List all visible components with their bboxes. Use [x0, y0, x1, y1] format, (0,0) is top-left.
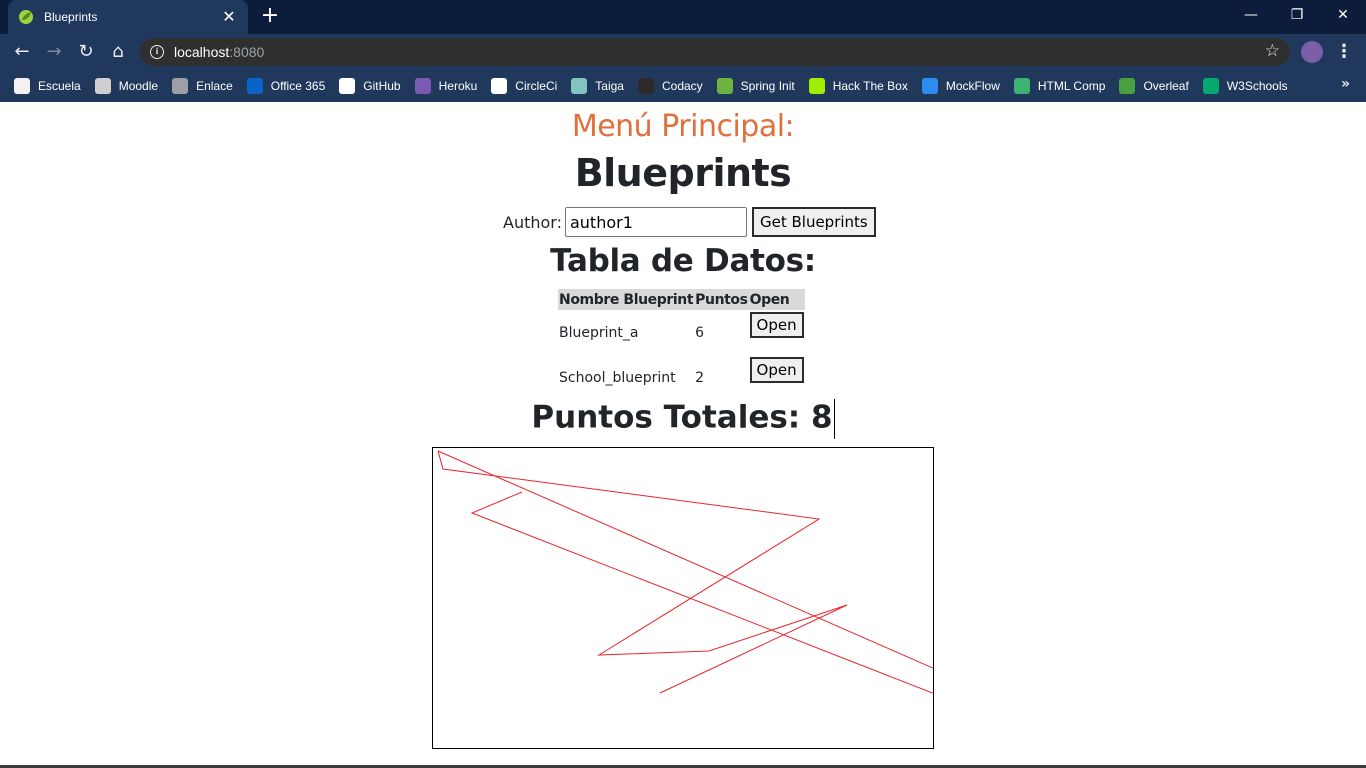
bookmark-enlace[interactable]: Enlace — [172, 72, 233, 100]
globe-icon — [172, 78, 189, 94]
address-bar[interactable]: i localhost:8080 ☆ — [140, 38, 1290, 66]
bookmark-label: Heroku — [438, 79, 478, 93]
tab-blueprints[interactable]: Blueprints ✕ — [8, 0, 248, 34]
info-icon[interactable]: i — [150, 45, 164, 59]
blueprints-table: Nombre Blueprint Puntos Open Blueprint_a… — [558, 289, 805, 400]
escuela-icon — [14, 78, 30, 94]
home-icon[interactable]: ⌂ — [106, 40, 130, 64]
circleci-icon — [491, 78, 508, 94]
bookmark-label: Codacy — [661, 79, 703, 93]
tab-title: Blueprints — [44, 10, 98, 24]
bookmark-codacy[interactable]: Codacy — [637, 72, 703, 100]
open-button[interactable]: Open — [749, 312, 804, 338]
menu-kebab-icon[interactable]: ⋮ — [1334, 40, 1354, 64]
bookmark-label: Moodle — [118, 79, 159, 93]
bookmark-label: MockFlow — [945, 79, 1000, 93]
url-host: localhost — [174, 44, 230, 60]
cell-open: Open — [749, 355, 805, 400]
bookmark-mockflow[interactable]: MockFlow — [921, 72, 1000, 100]
bookmark-label: CircleCi — [515, 79, 558, 93]
bookmark-star-icon[interactable]: ☆ — [1265, 41, 1280, 61]
page-content: Menú Principal: Blueprints Author: Get B… — [0, 103, 1366, 768]
close-window-button[interactable]: ✕ — [1320, 0, 1366, 30]
code-icon — [1013, 78, 1030, 94]
outlook-icon — [246, 78, 263, 94]
blueprint-drawing — [437, 450, 933, 694]
menu-title: Menú Principal: — [571, 109, 795, 144]
profile-avatar[interactable] — [1301, 41, 1323, 63]
total-points-text: Puntos Totales: 8 — [531, 399, 833, 436]
back-arrow-icon[interactable]: ← — [10, 40, 34, 64]
header-nombre: Nombre Blueprint — [558, 289, 695, 310]
total-points: Puntos Totales: 8 — [0, 399, 1366, 439]
bookmark-spring-init[interactable]: Spring Init — [716, 72, 795, 100]
bookmark-label: Enlace — [196, 79, 233, 93]
table-row: School_blueprint 2 Open — [558, 355, 805, 400]
blueprint-line-0 — [437, 450, 848, 694]
browser-toolbar: ← → ↻ ⌂ i localhost:8080 ☆ ⋮ — [0, 34, 1366, 70]
bookmark-office-365[interactable]: Office 365 — [246, 72, 326, 100]
new-tab-button[interactable]: + — [258, 4, 282, 28]
cell-points: 6 — [695, 324, 705, 341]
more-bookmarks-icon[interactable]: » — [1341, 76, 1350, 92]
table-row: Blueprint_a 6 Open — [558, 310, 805, 355]
cell-points: 2 — [695, 369, 705, 386]
bookmark-label: Overleaf — [1143, 79, 1189, 93]
minimize-button[interactable]: — — [1228, 0, 1274, 30]
heroku-icon — [414, 78, 431, 94]
table-header-row: Nombre Blueprint Puntos Open — [558, 289, 805, 310]
codacy-icon — [637, 78, 654, 94]
tab-strip: Blueprints ✕ + — ❐ ✕ — [0, 0, 1366, 34]
get-blueprints-button[interactable]: Get Blueprints — [751, 207, 876, 237]
blueprint-canvas[interactable] — [432, 447, 934, 749]
hackthebox-icon — [808, 78, 825, 94]
overleaf-icon — [1119, 78, 1136, 94]
bookmark-label: Office 365 — [270, 79, 326, 93]
text-caret — [833, 399, 835, 439]
bookmark-w3schools[interactable]: W3Schools — [1202, 72, 1288, 100]
moodle-icon — [94, 78, 111, 94]
header-open: Open — [748, 289, 805, 310]
bookmark-label: Escuela — [38, 79, 81, 93]
bookmark-moodle[interactable]: Moodle — [94, 72, 159, 100]
author-form: Author: Get Blueprints — [503, 207, 876, 237]
bookmark-label: W3Schools — [1226, 79, 1288, 93]
bookmark-hack-the-box[interactable]: Hack The Box — [808, 72, 908, 100]
cell-name: School_blueprint — [559, 369, 676, 386]
bookmark-label: Hack The Box — [832, 79, 908, 93]
bookmark-label: HTML Comp — [1037, 79, 1106, 93]
author-label: Author: — [503, 212, 562, 232]
w3schools-icon — [1202, 78, 1219, 94]
url-port: :8080 — [229, 44, 265, 60]
bookmark-escuela[interactable]: Escuela — [14, 72, 81, 100]
author-input[interactable] — [564, 207, 747, 237]
bookmark-github[interactable]: GitHub — [339, 72, 401, 100]
spring-icon — [716, 78, 733, 94]
bookmark-label: Spring Init — [740, 79, 795, 93]
blueprint-line-1 — [437, 450, 933, 669]
bookmark-heroku[interactable]: Heroku — [414, 72, 478, 100]
tab-close-icon[interactable]: ✕ — [220, 9, 238, 25]
table-title: Tabla de Datos: — [550, 243, 816, 279]
open-button[interactable]: Open — [749, 357, 804, 383]
bookmark-overleaf[interactable]: Overleaf — [1119, 72, 1189, 100]
github-icon — [339, 78, 356, 94]
cell-open: Open — [749, 310, 805, 355]
spring-leaf-icon — [19, 10, 33, 24]
cell-name: Blueprint_a — [559, 324, 639, 341]
reload-icon[interactable]: ↻ — [74, 40, 98, 64]
bookmark-taiga[interactable]: Taiga — [571, 72, 624, 100]
blueprint-line-2 — [470, 491, 933, 694]
bookmarks-bar: Escuela Moodle Enlace Office 365 GitHub Herok… — [0, 70, 1366, 102]
bookmark-label: Taiga — [595, 79, 624, 93]
mockflow-icon — [921, 78, 938, 94]
bookmark-circleci[interactable]: CircleCi — [491, 72, 557, 100]
header-puntos: Puntos — [694, 289, 749, 310]
taiga-icon — [571, 78, 588, 94]
bookmark-html-comp[interactable]: HTML Comp — [1013, 72, 1106, 100]
bookmark-label: GitHub — [363, 79, 401, 93]
page-title: Blueprints — [574, 151, 792, 195]
restore-button[interactable]: ❐ — [1274, 0, 1320, 30]
forward-arrow-icon[interactable]: → — [42, 40, 66, 64]
